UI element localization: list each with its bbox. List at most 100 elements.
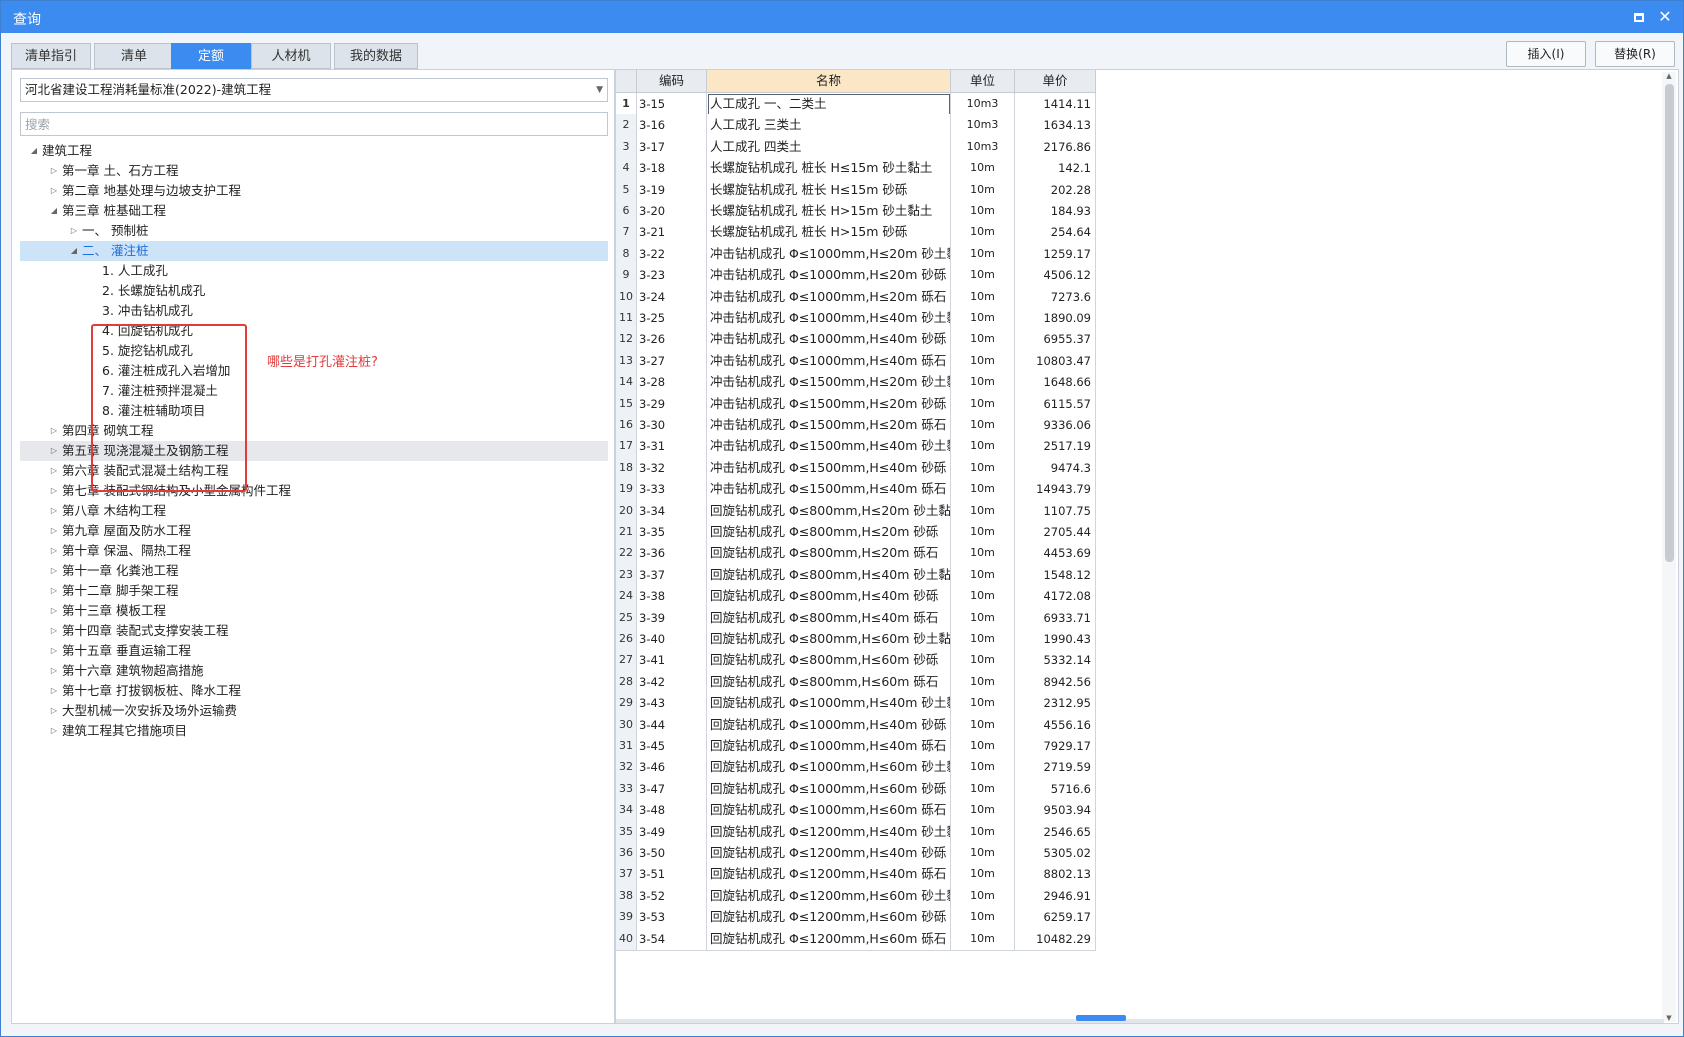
name-cell[interactable]: 回旋钻机成孔 Φ≤800mm,H≤20m 砂土黏土 [707, 499, 951, 523]
price-cell[interactable]: 2946.91 [1015, 884, 1096, 908]
code-cell[interactable]: 3-29 [637, 392, 707, 416]
unit-cell[interactable]: 10m [951, 799, 1015, 823]
name-cell[interactable]: 冲击钻机成孔 Φ≤1500mm,H≤20m 砂土黏土 [707, 371, 951, 395]
unit-cell[interactable]: 10m3 [951, 135, 1015, 159]
tree-node[interactable]: ▷ 第二章 地基处理与边坡支护工程 [20, 181, 608, 201]
code-cell[interactable]: 3-33 [637, 478, 707, 502]
collapse-arrow-icon[interactable]: ◢ [68, 241, 80, 261]
row-number[interactable]: 24 [616, 585, 637, 609]
tree-node[interactable]: ▷ 第四章 砌筑工程 [20, 421, 608, 441]
expand-arrow-icon[interactable]: ▷ [48, 501, 60, 521]
code-cell[interactable]: 3-45 [637, 735, 707, 758]
unit-cell[interactable]: 10m [951, 264, 1015, 288]
expand-arrow-icon[interactable]: ▷ [48, 461, 60, 481]
price-cell[interactable]: 2546.65 [1015, 820, 1096, 844]
name-cell[interactable]: 冲击钻机成孔 Φ≤1000mm,H≤20m 砂砾 [707, 264, 951, 288]
expand-arrow-icon[interactable]: ▷ [48, 161, 60, 181]
code-cell[interactable]: 3-44 [637, 713, 707, 737]
scroll-down-icon[interactable]: ▼ [1662, 1014, 1676, 1022]
column-header-price[interactable]: 单价 [1015, 70, 1096, 93]
name-cell[interactable]: 人工成孔 一、二类土 [707, 93, 951, 116]
price-cell[interactable]: 8802.13 [1015, 863, 1096, 887]
expand-arrow-icon[interactable]: ▷ [48, 721, 60, 741]
price-cell[interactable]: 10803.47 [1015, 349, 1096, 373]
expand-arrow-icon[interactable]: ▷ [48, 181, 60, 201]
unit-cell[interactable]: 10m [951, 521, 1015, 544]
tree-node[interactable]: ▷ 第十二章 脚手架工程 [20, 581, 608, 601]
collapse-arrow-icon[interactable]: ◢ [48, 201, 60, 221]
name-cell[interactable]: 回旋钻机成孔 Φ≤1000mm,H≤40m 砾石 [707, 735, 951, 758]
name-cell[interactable]: 回旋钻机成孔 Φ≤1200mm,H≤40m 砾石 [707, 863, 951, 887]
chevron-down-icon[interactable]: ▼ [596, 79, 603, 101]
row-number[interactable]: 26 [616, 628, 637, 651]
code-cell[interactable]: 3-17 [637, 135, 707, 159]
code-cell[interactable]: 3-35 [637, 521, 707, 544]
code-cell[interactable]: 3-22 [637, 242, 707, 266]
tree-node[interactable]: 7. 灌注桩预拌混凝土 [20, 381, 608, 401]
code-cell[interactable]: 3-16 [637, 114, 707, 138]
unit-cell[interactable]: 10m [951, 628, 1015, 651]
code-cell[interactable]: 3-28 [637, 371, 707, 395]
code-cell[interactable]: 3-19 [637, 178, 707, 202]
row-number[interactable]: 13 [616, 349, 637, 373]
price-cell[interactable]: 10482.29 [1015, 927, 1096, 951]
code-cell[interactable]: 3-30 [637, 414, 707, 437]
expand-arrow-icon[interactable]: ▷ [48, 481, 60, 501]
code-cell[interactable]: 3-47 [637, 777, 707, 801]
unit-cell[interactable]: 10m [951, 414, 1015, 437]
code-cell[interactable]: 3-37 [637, 563, 707, 587]
tree-node[interactable]: ◢ 第三章 桩基础工程 [20, 201, 608, 221]
unit-cell[interactable]: 10m [951, 884, 1015, 908]
price-cell[interactable]: 1648.66 [1015, 371, 1096, 395]
price-cell[interactable]: 6933.71 [1015, 606, 1096, 630]
expand-arrow-icon[interactable]: ▷ [48, 521, 60, 541]
expand-arrow-icon[interactable]: ▷ [48, 441, 60, 461]
close-icon[interactable]: ✕ [1655, 7, 1675, 27]
tree-node[interactable]: ▷ 一、 预制桩 [20, 221, 608, 241]
price-cell[interactable]: 5716.6 [1015, 777, 1096, 801]
price-cell[interactable]: 9336.06 [1015, 414, 1096, 437]
price-cell[interactable]: 7929.17 [1015, 735, 1096, 758]
row-number[interactable]: 39 [616, 906, 637, 930]
price-cell[interactable]: 14943.79 [1015, 478, 1096, 502]
name-cell[interactable]: 冲击钻机成孔 Φ≤1000mm,H≤20m 砾石 [707, 285, 951, 309]
unit-cell[interactable]: 10m [951, 157, 1015, 181]
tree-node[interactable]: ▷ 大型机械一次安拆及场外运输费 [20, 701, 608, 721]
tree-node[interactable]: 1. 人工成孔 [20, 261, 608, 281]
code-cell[interactable]: 3-25 [637, 307, 707, 330]
tab-labor-material-machine[interactable]: 人材机 [251, 43, 331, 69]
price-cell[interactable]: 1634.13 [1015, 114, 1096, 138]
unit-cell[interactable]: 10m [951, 242, 1015, 266]
name-cell[interactable]: 冲击钻机成孔 Φ≤1000mm,H≤40m 砂砾 [707, 328, 951, 352]
row-number[interactable]: 30 [616, 713, 637, 737]
unit-cell[interactable]: 10m [951, 349, 1015, 373]
collapse-arrow-icon[interactable]: ◢ [28, 141, 40, 161]
unit-cell[interactable]: 10m [951, 456, 1015, 480]
unit-cell[interactable]: 10m3 [951, 93, 1015, 116]
unit-cell[interactable]: 10m [951, 820, 1015, 844]
unit-cell[interactable]: 10m [951, 670, 1015, 694]
unit-cell[interactable]: 10m [951, 478, 1015, 502]
name-cell[interactable]: 人工成孔 四类土 [707, 135, 951, 159]
unit-cell[interactable]: 10m [951, 842, 1015, 865]
name-cell[interactable]: 回旋钻机成孔 Φ≤1200mm,H≤40m 砂砾 [707, 842, 951, 865]
price-cell[interactable]: 254.64 [1015, 221, 1096, 245]
code-cell[interactable]: 3-39 [637, 606, 707, 630]
row-number[interactable]: 5 [616, 178, 637, 202]
price-cell[interactable]: 2176.86 [1015, 135, 1096, 159]
price-cell[interactable]: 1548.12 [1015, 563, 1096, 587]
code-cell[interactable]: 3-20 [637, 200, 707, 223]
unit-cell[interactable]: 10m [951, 328, 1015, 352]
tree-node[interactable]: ▷ 建筑工程其它措施项目 [20, 721, 608, 741]
row-number[interactable]: 31 [616, 735, 637, 758]
unit-cell[interactable]: 10m [951, 863, 1015, 887]
unit-cell[interactable]: 10m [951, 906, 1015, 930]
row-number[interactable]: 16 [616, 414, 637, 437]
tree-node[interactable]: ▷ 第七章 装配式钢结构及小型金属构件工程 [20, 481, 608, 501]
scroll-up-icon[interactable]: ▲ [1662, 72, 1676, 80]
name-cell[interactable]: 回旋钻机成孔 Φ≤800mm,H≤60m 砂土黏土 [707, 628, 951, 651]
price-cell[interactable]: 1414.11 [1015, 93, 1096, 116]
name-cell[interactable]: 回旋钻机成孔 Φ≤1200mm,H≤40m 砂土黏土 [707, 820, 951, 844]
tab-quota[interactable]: 定额 [171, 43, 251, 69]
row-number[interactable]: 22 [616, 542, 637, 566]
